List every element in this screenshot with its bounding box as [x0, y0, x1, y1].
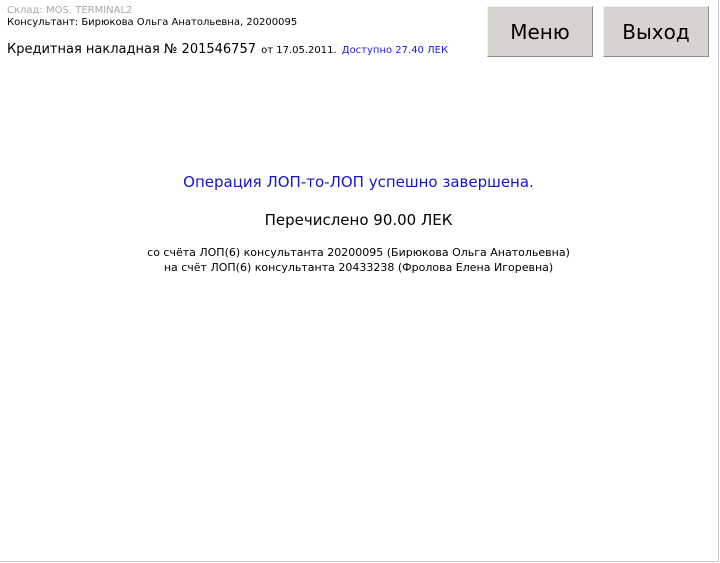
exit-button[interactable]: Выход	[603, 6, 709, 57]
consultant-label: Консультант: Бирюкова Ольга Анатольевна,…	[7, 17, 298, 28]
target-account-line: на счёт ЛОП(6) консультанта 20433238 (Фр…	[163, 261, 554, 274]
transfer-amount: Перечислено 90.00 ЛЕК	[264, 211, 453, 229]
header-info: Склад: MOS. TERMINAL2 Консультант: Бирюк…	[7, 6, 448, 57]
window-frame	[0, 0, 719, 562]
available-balance: Доступно 27.40 ЛЕК	[341, 45, 449, 56]
invoice-date: от 17.05.2011.	[261, 45, 337, 56]
menu-button[interactable]: Меню	[487, 6, 593, 57]
source-account-line: со счёта ЛОП(6) консультанта 20200095 (Б…	[147, 246, 570, 259]
success-message: Операция ЛОП-то-ЛОП успешно завершена.	[183, 173, 534, 191]
invoice-title: Кредитная накладная № 201546757	[7, 42, 256, 57]
invoice-line: Кредитная накладная № 201546757 от 17.05…	[7, 40, 448, 56]
